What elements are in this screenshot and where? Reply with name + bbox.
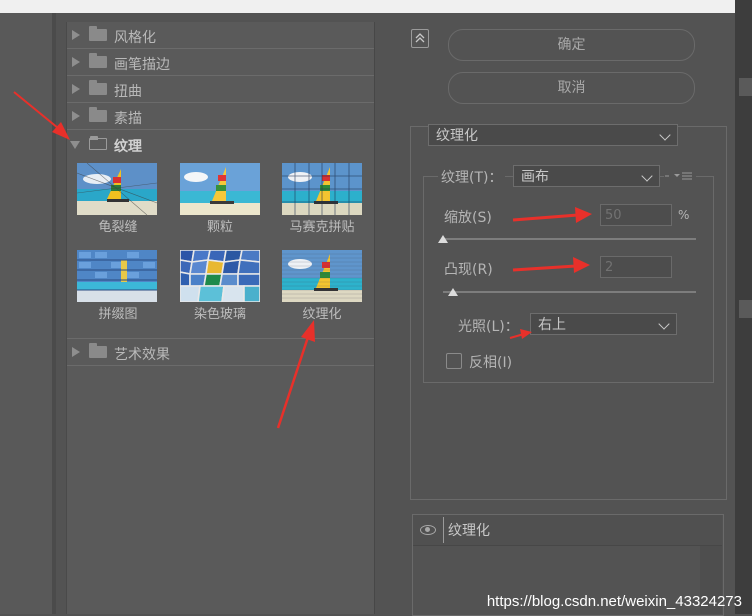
arrow-to-texturizer-thumb [276,333,311,429]
arrow-to-scaling [512,213,579,222]
arrowhead [573,257,590,273]
arrowhead [575,207,592,223]
arrowhead [301,320,315,342]
arrow-to-texture-folder [13,91,59,129]
annotation-arrows [13,91,592,429]
arrow-to-relief [512,264,577,272]
arrowhead [520,329,532,339]
watermark-text: https://blog.csdn.net/weixin_43324273 [486,593,742,610]
